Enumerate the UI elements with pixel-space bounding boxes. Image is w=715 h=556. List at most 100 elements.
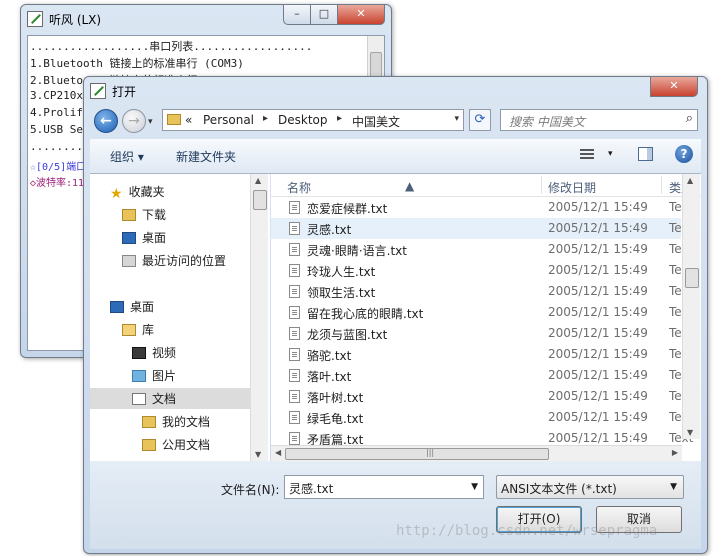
column-divider[interactable] bbox=[661, 176, 662, 194]
recent-places-icon bbox=[122, 255, 136, 267]
breadcrumb-item[interactable]: Desktop bbox=[278, 113, 328, 127]
file-row[interactable]: 绿毛龟.txt2005/12/1 15:49Text bbox=[271, 407, 693, 428]
file-list-scroll-thumb[interactable] bbox=[685, 268, 699, 288]
help-icon[interactable]: ? bbox=[675, 145, 693, 163]
navigation-pane: ★ 收藏夹 下载 桌面 最近访问的位置 桌面 库 视频 图片 文档 我的文档 公用… bbox=[90, 174, 270, 461]
file-row[interactable]: 灵魂·眼睛·语言.txt2005/12/1 15:49Text bbox=[271, 239, 693, 260]
nav-item-desktop[interactable]: 桌面 bbox=[122, 229, 166, 246]
nav-item-public-documents[interactable]: 公用文档 bbox=[142, 436, 210, 453]
app-icon bbox=[90, 83, 106, 99]
file-row[interactable]: 落叶.txt2005/12/1 15:49Text bbox=[271, 365, 693, 386]
hscroll-thumb[interactable]: ||| bbox=[285, 448, 549, 460]
address-dropdown-icon[interactable]: ▾ bbox=[454, 114, 459, 124]
organize-menu[interactable]: 组织 ▾ bbox=[110, 148, 144, 165]
column-divider[interactable] bbox=[541, 176, 542, 194]
nav-libraries[interactable]: 库 bbox=[122, 321, 154, 338]
forward-button[interactable]: → bbox=[122, 109, 146, 133]
breadcrumb-separator-icon[interactable]: ▸ bbox=[263, 113, 268, 124]
file-row[interactable]: 骆驼.txt2005/12/1 15:49Text bbox=[271, 344, 693, 365]
file-name: 灵感.txt bbox=[307, 223, 352, 237]
column-name[interactable]: 名称 bbox=[287, 179, 311, 196]
breadcrumb-separator-icon[interactable]: ▸ bbox=[337, 113, 342, 124]
breadcrumb-overflow[interactable]: « bbox=[185, 113, 192, 127]
maximize-button[interactable]: □ bbox=[310, 5, 338, 25]
dialog-close-button[interactable]: ✕ bbox=[650, 77, 698, 97]
file-row[interactable]: 落叶树.txt2005/12/1 15:49Text bbox=[271, 386, 693, 407]
nav-item-downloads[interactable]: 下载 bbox=[122, 206, 166, 223]
filetype-dropdown-icon[interactable]: ▼ bbox=[670, 482, 677, 492]
file-date: 2005/12/1 15:49 bbox=[548, 221, 648, 235]
preview-pane-icon[interactable] bbox=[638, 147, 653, 161]
scroll-up-icon[interactable]: ▲ bbox=[687, 176, 693, 185]
nav-scrollbar[interactable]: ▲ ▼ bbox=[250, 174, 268, 461]
open-dialog: 打开 ✕ ← → ▾ « Personal ▸ Desktop ▸ 中国美文 ▾… bbox=[83, 76, 708, 554]
scroll-left-icon[interactable]: ◀ bbox=[275, 448, 281, 457]
console-line: 1.Bluetooth 链接上的标准串行 (COM3) bbox=[30, 57, 244, 70]
scroll-down-icon[interactable]: ▼ bbox=[255, 450, 261, 459]
text-file-icon bbox=[289, 243, 300, 256]
nav-item-videos[interactable]: 视频 bbox=[132, 344, 176, 361]
file-list-vscrollbar[interactable]: ▲ ▼ bbox=[682, 174, 700, 439]
search-placeholder: 搜索 中国美文 bbox=[509, 115, 585, 129]
grip-icon: ||| bbox=[426, 448, 435, 457]
file-date: 2005/12/1 15:49 bbox=[548, 200, 648, 214]
file-date: 2005/12/1 15:49 bbox=[548, 284, 648, 298]
filename-combobox[interactable]: 灵感.txt ▼ bbox=[284, 475, 484, 499]
minimize-button[interactable]: – bbox=[283, 5, 311, 25]
nav-favorites[interactable]: ★ 收藏夹 bbox=[110, 183, 165, 202]
nav-item-my-documents[interactable]: 我的文档 bbox=[142, 413, 210, 430]
console-titlebar[interactable]: 听风 (LX) – □ ✕ bbox=[21, 5, 391, 33]
breadcrumb-item[interactable]: Personal bbox=[203, 113, 254, 127]
app-icon bbox=[27, 11, 43, 27]
text-file-icon bbox=[289, 222, 300, 235]
picture-library-icon bbox=[132, 370, 146, 382]
refresh-button[interactable]: ⟳ bbox=[469, 109, 491, 131]
file-date: 2005/12/1 15:49 bbox=[548, 410, 648, 424]
new-folder-button[interactable]: 新建文件夹 bbox=[176, 148, 236, 165]
nav-item-pictures[interactable]: 图片 bbox=[132, 367, 176, 384]
file-row[interactable]: 留在我心底的眼睛.txt2005/12/1 15:49Text bbox=[271, 302, 693, 323]
file-row[interactable]: 龙须与蓝图.txt2005/12/1 15:49Text bbox=[271, 323, 693, 344]
file-name: 骆驼.txt bbox=[307, 349, 352, 363]
back-button[interactable]: ← bbox=[94, 109, 118, 133]
file-list-hscrollbar[interactable]: ◀ ||| ▶ bbox=[271, 445, 682, 462]
nav-scroll-thumb[interactable] bbox=[253, 190, 267, 210]
library-icon bbox=[122, 324, 136, 336]
dialog-titlebar[interactable]: 打开 ✕ bbox=[84, 77, 707, 105]
file-row[interactable]: 恋爱症候群.txt2005/12/1 15:49Text bbox=[271, 197, 693, 218]
file-name: 龙须与蓝图.txt bbox=[307, 328, 388, 342]
column-date[interactable]: 修改日期 bbox=[548, 179, 596, 196]
text-file-icon bbox=[289, 201, 300, 214]
view-list-icon[interactable] bbox=[580, 147, 596, 161]
file-name: 留在我心底的眼睛.txt bbox=[307, 307, 424, 321]
nav-item-recent[interactable]: 最近访问的位置 bbox=[122, 252, 226, 269]
close-button[interactable]: ✕ bbox=[337, 5, 385, 25]
filename-dropdown-icon[interactable]: ▼ bbox=[471, 482, 478, 492]
column-header: ▲ 名称 修改日期 类型 bbox=[271, 174, 701, 197]
filetype-select[interactable]: ANSI文本文件 (*.txt) ▼ bbox=[496, 475, 684, 499]
video-library-icon bbox=[132, 347, 146, 359]
dialog-title: 打开 bbox=[112, 85, 137, 99]
command-toolbar: 组织 ▾ 新建文件夹 ▾ ? bbox=[90, 139, 701, 174]
file-row[interactable]: 玲珑人生.txt2005/12/1 15:49Text bbox=[271, 260, 693, 281]
text-file-icon bbox=[289, 285, 300, 298]
breadcrumb-item[interactable]: 中国美文 bbox=[352, 113, 400, 130]
file-name: 恋爱症候群.txt bbox=[307, 202, 388, 216]
scroll-right-icon[interactable]: ▶ bbox=[672, 448, 678, 457]
search-icon[interactable]: ⌕ bbox=[686, 111, 693, 126]
file-name: 落叶.txt bbox=[307, 370, 352, 384]
file-date: 2005/12/1 15:49 bbox=[548, 368, 648, 382]
address-bar[interactable]: « Personal ▸ Desktop ▸ 中国美文 ▾ bbox=[162, 109, 464, 131]
file-row[interactable]: 灵感.txt2005/12/1 15:49Text bbox=[271, 218, 693, 239]
nav-item-documents[interactable]: 文档 bbox=[90, 388, 250, 409]
scroll-down-icon[interactable]: ▼ bbox=[687, 428, 693, 437]
view-dropdown[interactable]: ▾ bbox=[608, 149, 613, 159]
recent-pages-dropdown[interactable]: ▾ bbox=[148, 117, 153, 127]
filename-value[interactable]: 灵感.txt bbox=[289, 480, 333, 497]
download-folder-icon bbox=[122, 209, 136, 221]
file-name: 领取生活.txt bbox=[307, 286, 376, 300]
file-row[interactable]: 领取生活.txt2005/12/1 15:49Text bbox=[271, 281, 693, 302]
nav-desktop-root[interactable]: 桌面 bbox=[110, 298, 154, 315]
scroll-up-icon[interactable]: ▲ bbox=[255, 176, 261, 185]
search-input[interactable]: 搜索 中国美文 ⌕ bbox=[500, 109, 698, 131]
